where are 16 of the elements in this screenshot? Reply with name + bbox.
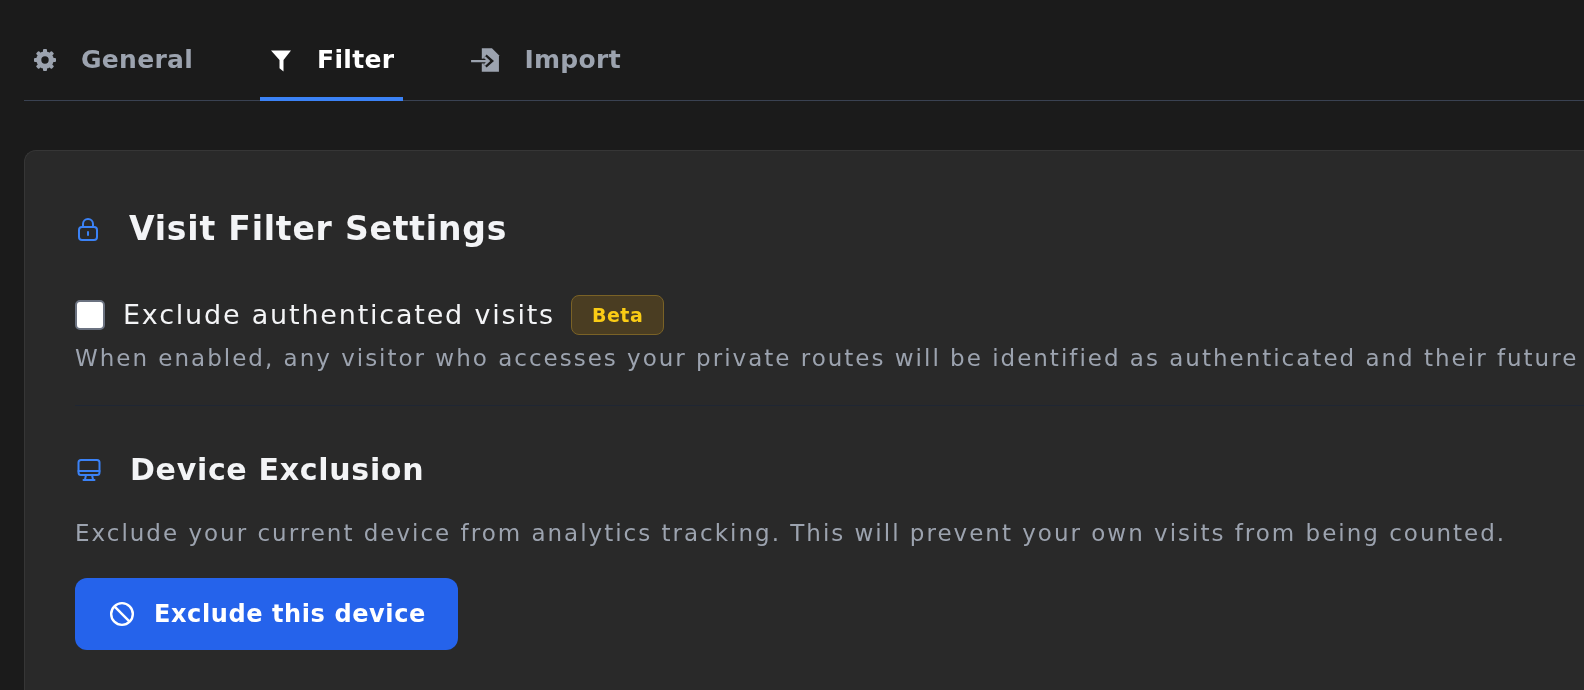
file-arrow-icon bbox=[470, 46, 501, 73]
tab[interactable]: General bbox=[24, 22, 203, 101]
description: Exclude your current device from analytics tracking. This will prevent your own visits from being counted. bbox=[75, 519, 1508, 548]
gear-icon bbox=[33, 47, 57, 72]
monitor-icon bbox=[77, 458, 101, 482]
checkbox[interactable] bbox=[75, 300, 105, 330]
tab[interactable]: Import bbox=[461, 22, 630, 101]
exclude-device-button[interactable]: Exclude this device bbox=[75, 578, 458, 650]
checkbox-label[interactable]: Exclude authenticated visits bbox=[123, 298, 555, 332]
description: When enabled, any visitor who accesses your private routes will be identified as authenticated and their future bbox=[75, 344, 1580, 373]
beta-tag: Beta bbox=[570, 295, 665, 335]
section-title: Device Exclusion bbox=[130, 451, 425, 489]
section-title: Visit Filter Settings bbox=[129, 208, 508, 250]
ban-icon bbox=[109, 601, 135, 627]
tab[interactable]: Filter bbox=[260, 22, 404, 101]
lock-icon bbox=[78, 217, 98, 241]
